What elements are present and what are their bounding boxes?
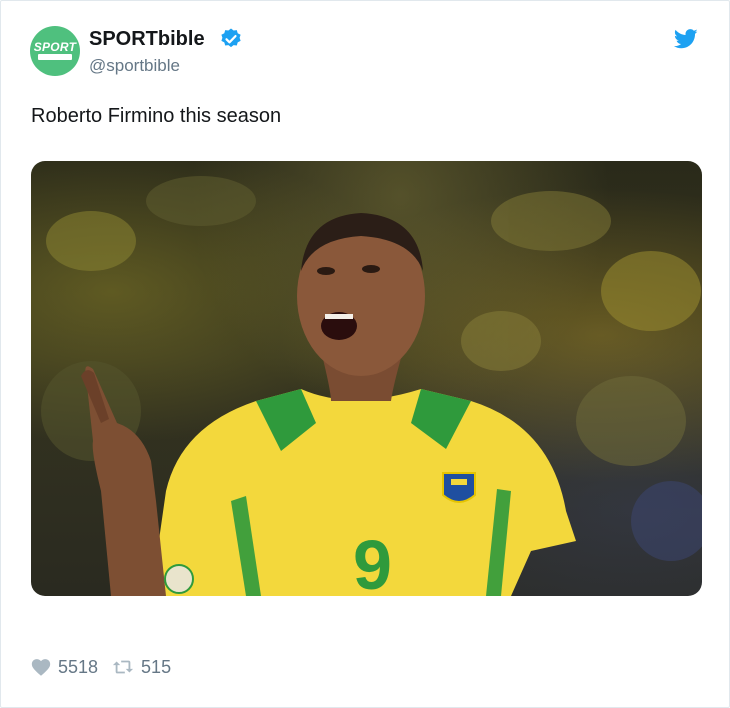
right-eye: [362, 265, 380, 273]
display-name[interactable]: SPORTbible: [89, 28, 205, 51]
avatar-logo-bar: [38, 54, 72, 60]
left-eye: [317, 267, 335, 275]
tweet-text: Roberto Firmino this season: [31, 105, 282, 127]
crest-badge: [442, 472, 476, 503]
heart-icon[interactable]: [31, 657, 51, 677]
photo-illustration: 9: [41, 176, 702, 596]
retweet-icon[interactable]: [112, 658, 134, 676]
verified-badge-icon: [221, 28, 241, 48]
tweet-card: SPORT SPORTbible @sportbible Roberto Fir…: [0, 0, 730, 708]
retweet-count: 515: [141, 656, 172, 677]
like-count: 5518: [58, 656, 99, 677]
avatar[interactable]: SPORT: [30, 26, 80, 76]
twitter-bird-icon[interactable]: [674, 29, 698, 49]
sleeve-emblem: [164, 564, 194, 594]
teeth: [325, 314, 353, 319]
tweet-media-photo[interactable]: 9: [31, 161, 702, 596]
avatar-logo-text: SPORT: [33, 40, 77, 54]
tweet-actions: 5518 515: [31, 655, 171, 679]
user-handle[interactable]: @sportbible: [89, 56, 180, 76]
jersey-number: 9: [353, 526, 392, 596]
